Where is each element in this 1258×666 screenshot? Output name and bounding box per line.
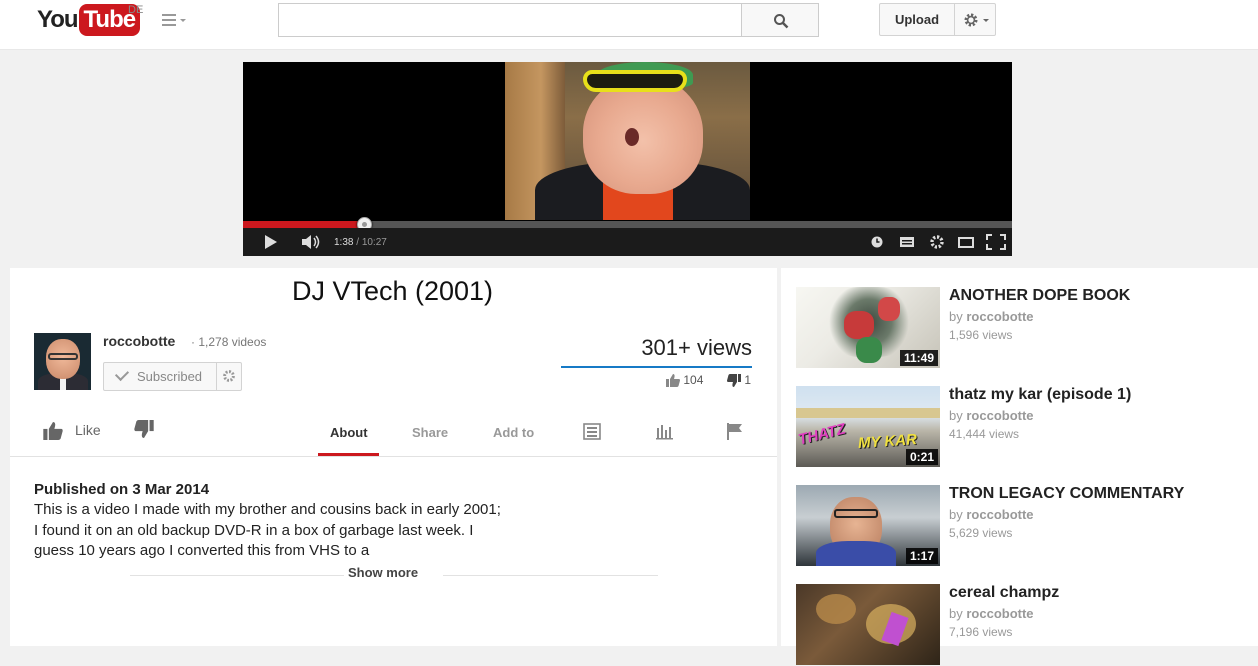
related-thumbnail[interactable]: 11:49 (796, 287, 940, 368)
transcript-icon[interactable] (583, 422, 601, 440)
dislike-button[interactable] (134, 420, 154, 443)
related-channel: by roccobotte (949, 507, 1034, 522)
show-more-button[interactable]: Show more (348, 565, 418, 580)
divider (130, 575, 344, 576)
related-video-item[interactable]: THATZ MY KAR 0:21 thatz my kar (episode … (796, 386, 1256, 468)
related-video-item[interactable]: cereal champz by roccobotte 7,196 views (796, 584, 1256, 666)
related-title[interactable]: ANOTHER DOPE BOOK (949, 287, 1130, 305)
related-channel: by roccobotte (949, 309, 1034, 324)
thumbs-up-icon (43, 422, 63, 440)
related-channel: by roccobotte (949, 408, 1034, 423)
report-flag-icon[interactable] (726, 422, 744, 440)
checkmark-icon (114, 366, 130, 382)
gear-icon (964, 13, 978, 27)
channel-avatar[interactable] (34, 333, 91, 390)
progress-bar[interactable] (243, 217, 1012, 232)
current-time: 1:38 (334, 237, 354, 248)
statistics-icon[interactable] (656, 422, 674, 440)
captions-icon[interactable] (900, 237, 914, 247)
thumbs-down-icon (134, 420, 154, 438)
logo-you-text: You (37, 6, 79, 33)
play-icon[interactable] (264, 235, 278, 249)
video-player[interactable]: 1:38 / 10:27 (243, 62, 1012, 256)
dislike-count: 1 (727, 373, 751, 388)
channel-name-link[interactable]: roccobotte (103, 333, 175, 349)
related-views: 7,196 views (949, 625, 1013, 639)
divider (443, 575, 658, 576)
thumbnail-text: THATZ (796, 420, 848, 449)
duration-time: 10:27 (361, 237, 387, 248)
related-title[interactable]: thatz my kar (episode 1) (949, 386, 1131, 404)
tab-share[interactable]: Share (412, 425, 448, 440)
youtube-logo[interactable]: You Tube DE (37, 4, 144, 38)
related-thumbnail[interactable] (796, 584, 940, 665)
video-frame[interactable] (505, 62, 750, 220)
related-views: 1,596 views (949, 328, 1013, 342)
active-tab-indicator (318, 453, 379, 456)
fullscreen-icon[interactable] (986, 234, 1006, 250)
gear-icon (223, 370, 235, 382)
video-duration: 11:49 (899, 350, 938, 366)
upload-button[interactable]: Upload (879, 3, 955, 36)
subscribe-label: Subscribed (137, 369, 203, 384)
tab-add-to[interactable]: Add to (493, 425, 534, 440)
guide-menu-icon[interactable] (160, 12, 188, 30)
video-title: DJ VTech (2001) (291, 276, 494, 306)
related-video-item[interactable]: 11:49 ANOTHER DOPE BOOK by roccobotte 1,… (796, 287, 1256, 369)
progress-played (243, 221, 364, 228)
related-title[interactable]: TRON LEGACY COMMENTARY (949, 485, 1184, 503)
view-count: 301+ views (641, 335, 752, 360)
search-input[interactable] (279, 4, 742, 36)
time-display: 1:38 / 10:27 (334, 237, 387, 248)
related-video-item[interactable]: 1:17 TRON LEGACY COMMENTARY by roccobott… (796, 485, 1256, 567)
settings-icon[interactable] (929, 234, 945, 250)
search-icon (774, 14, 789, 29)
like-count: 104 (666, 373, 703, 388)
related-views: 5,629 views (949, 526, 1013, 540)
like-label: Like (75, 422, 101, 438)
tab-about[interactable]: About (330, 425, 368, 440)
related-channel: by roccobotte (949, 606, 1034, 621)
watch-later-icon[interactable] (871, 236, 883, 248)
thumbs-up-icon (666, 374, 680, 388)
likes-ratio-bar (561, 366, 752, 368)
masthead: You Tube DE Upload (0, 0, 1258, 50)
video-duration: 1:17 (905, 548, 938, 564)
action-bar: Like About Share Add to (10, 408, 777, 457)
chevron-down-icon (983, 19, 989, 22)
related-thumbnail[interactable]: THATZ MY KAR 0:21 (796, 386, 940, 467)
thumbs-down-icon (727, 374, 741, 388)
channel-video-count[interactable]: · 1,278 videos (191, 335, 266, 349)
search-field[interactable] (278, 3, 742, 37)
related-thumbnail[interactable]: 1:17 (796, 485, 940, 566)
theater-mode-icon[interactable] (958, 237, 974, 248)
watch-info-panel: DJ VTech (2001) roccobotte · 1,278 video… (10, 268, 777, 646)
related-videos-sidebar: 11:49 ANOTHER DOPE BOOK by roccobotte 1,… (781, 268, 1258, 665)
related-title[interactable]: cereal champz (949, 584, 1059, 602)
player-controls: 1:38 / 10:27 (243, 228, 1012, 256)
video-description: This is a video I made with my brother a… (34, 501, 501, 559)
video-duration: 0:21 (905, 449, 938, 465)
account-settings-button[interactable] (954, 3, 996, 36)
subscription-settings-button[interactable] (216, 362, 242, 391)
search-button[interactable] (741, 3, 819, 37)
subscribe-button[interactable]: Subscribed (103, 362, 217, 391)
region-label: DE (128, 4, 144, 16)
related-views: 41,444 views (949, 427, 1020, 441)
like-button[interactable]: Like (43, 422, 101, 443)
publish-date: Published on 3 Mar 2014 (34, 481, 210, 498)
volume-icon[interactable] (302, 235, 322, 249)
